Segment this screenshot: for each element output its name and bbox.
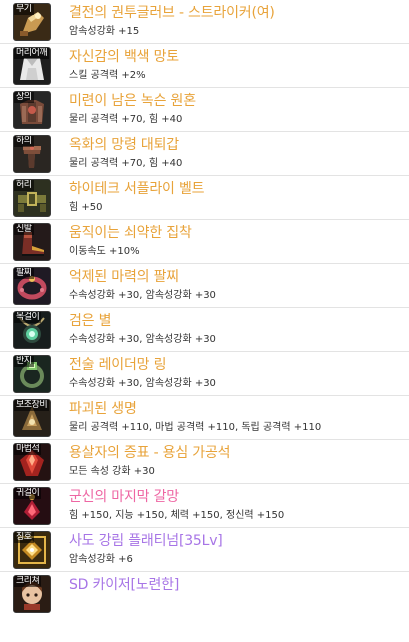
title-emblem-icon[interactable]: 칭호 [13, 531, 51, 569]
item-stat: 암속성강화 +15 [69, 26, 140, 37]
slot-label: 칭호 [14, 532, 34, 543]
item-name[interactable]: 억제된 마력의 팔찌 [69, 268, 179, 286]
sub-equipment-icon[interactable]: 보조장비 [13, 399, 51, 437]
slot-label: 팔찌 [14, 268, 34, 279]
equipment-row-top[interactable]: 상의 미련이 남은 녹슨 원혼 물리 공격력 +70, 힘 +40 [0, 88, 409, 132]
item-stat: 스킬 공격력 +2% [69, 70, 146, 81]
equipment-row-title[interactable]: 칭호 사도 강림 플래티넘[35Lv] 암속성강화 +6 [0, 528, 409, 572]
equipment-row-sub-equipment[interactable]: 보조장비 파괴된 생명 물리 공격력 +110, 마법 공격력 +110, 독립… [0, 396, 409, 440]
equipment-row-head-shoulder[interactable]: 머리어깨 자신감의 백색 망토 스킬 공격력 +2% [0, 44, 409, 88]
shoes-icon[interactable]: 신발 [13, 223, 51, 261]
necklace-icon[interactable]: 목걸이 [13, 311, 51, 349]
equipment-row-weapon[interactable]: 무기 결전의 권투글러브 - 스트라이커(여) 암속성강화 +15 [0, 0, 409, 44]
equipment-row-belt[interactable]: 허리 하이테크 서플라이 벨트 힘 +50 [0, 176, 409, 220]
slot-label: 크리쳐 [14, 576, 42, 587]
equipment-row-creature[interactable]: 크리쳐 SD 카이저[노련한] [0, 572, 409, 616]
slot-label: 귀걸이 [14, 488, 42, 499]
item-stat: 물리 공격력 +110, 마법 공격력 +110, 독립 공격력 +110 [69, 422, 322, 433]
equipment-row-earring[interactable]: 귀걸이 군신의 마지막 갈망 힘 +150, 지능 +150, 체력 +150,… [0, 484, 409, 528]
slot-label: 신발 [14, 224, 34, 235]
equipment-row-ring[interactable]: 반지 전술 레이더망 링 수속성강화 +30, 암속성강화 +30 [0, 352, 409, 396]
item-name[interactable]: 군신의 마지막 갈망 [69, 488, 179, 506]
slot-label: 무기 [14, 4, 34, 15]
creature-icon[interactable]: 크리쳐 [13, 575, 51, 613]
item-name[interactable]: 전술 레이더망 링 [69, 356, 166, 374]
item-name[interactable]: 움직이는 쇠약한 집착 [69, 224, 192, 242]
slot-label: 머리어깨 [14, 48, 50, 59]
item-name[interactable]: 옥화의 망령 대퇴갑 [69, 136, 179, 154]
item-stat: 암속성강화 +6 [69, 554, 133, 565]
leg-armor-icon[interactable]: 하의 [13, 135, 51, 173]
ring-icon[interactable]: 반지 [13, 355, 51, 393]
equipment-row-bracelet[interactable]: 팔찌 억제된 마력의 팔찌 수속성강화 +30, 암속성강화 +30 [0, 264, 409, 308]
equipment-row-bottom[interactable]: 하의 옥화의 망령 대퇴갑 물리 공격력 +70, 힘 +40 [0, 132, 409, 176]
slot-label: 마법석 [14, 444, 42, 455]
equipment-row-magic-stone[interactable]: 마법석 용살자의 증표 - 용심 가공석 모든 속성 강화 +30 [0, 440, 409, 484]
chest-armor-icon[interactable]: 상의 [13, 91, 51, 129]
item-name[interactable]: 하이테크 서플라이 벨트 [69, 180, 205, 198]
slot-label: 목걸이 [14, 312, 42, 323]
earring-icon[interactable]: 귀걸이 [13, 487, 51, 525]
item-stat: 수속성강화 +30, 암속성강화 +30 [69, 334, 216, 345]
item-stat: 물리 공격력 +70, 힘 +40 [69, 158, 183, 169]
item-name[interactable]: 미련이 남은 녹슨 원혼 [69, 92, 196, 110]
item-stat: 힘 +150, 지능 +150, 체력 +150, 정신력 +150 [69, 510, 285, 521]
equipment-row-shoes[interactable]: 신발 움직이는 쇠약한 집착 이동속도 +10% [0, 220, 409, 264]
item-name[interactable]: 결전의 권투글러브 - 스트라이커(여) [69, 4, 275, 22]
slot-label: 보조장비 [14, 400, 50, 411]
item-stat: 수속성강화 +30, 암속성강화 +30 [69, 290, 216, 301]
glove-weapon-icon[interactable]: 무기 [13, 3, 51, 41]
slot-label: 하의 [14, 136, 34, 147]
item-name[interactable]: 자신감의 백색 망토 [69, 48, 179, 66]
item-name[interactable]: 사도 강림 플래티넘[35Lv] [69, 532, 223, 550]
item-name[interactable]: 용살자의 증표 - 용심 가공석 [69, 444, 231, 462]
equipment-list: 무기 결전의 권투글러브 - 스트라이커(여) 암속성강화 +15 머리어깨 자… [0, 0, 409, 616]
item-name[interactable]: 파괴된 생명 [69, 400, 137, 418]
magic-stone-icon[interactable]: 마법석 [13, 443, 51, 481]
item-stat: 물리 공격력 +70, 힘 +40 [69, 114, 183, 125]
item-stat: 수속성강화 +30, 암속성강화 +30 [69, 378, 216, 389]
cape-icon[interactable]: 머리어깨 [13, 47, 51, 85]
item-stat: 모든 속성 강화 +30 [69, 466, 155, 477]
item-stat: 힘 +50 [69, 202, 103, 213]
item-name[interactable]: SD 카이저[노련한] [69, 576, 179, 594]
belt-icon[interactable]: 허리 [13, 179, 51, 217]
item-stat: 이동속도 +10% [69, 246, 140, 257]
slot-label: 반지 [14, 356, 34, 367]
item-name[interactable]: 검은 별 [69, 312, 111, 330]
slot-label: 상의 [14, 92, 34, 103]
slot-label: 허리 [14, 180, 34, 191]
equipment-row-necklace[interactable]: 목걸이 검은 별 수속성강화 +30, 암속성강화 +30 [0, 308, 409, 352]
bracelet-icon[interactable]: 팔찌 [13, 267, 51, 305]
